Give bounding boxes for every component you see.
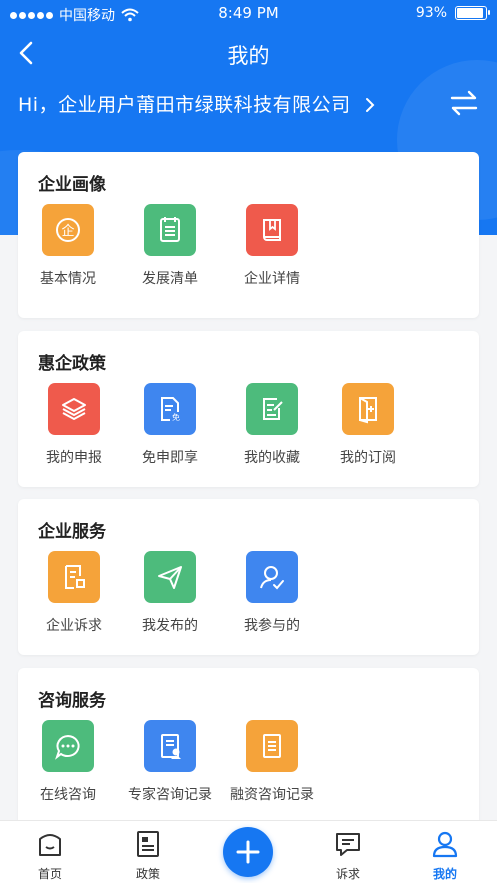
section-policy: 惠企政策 我的申报 免 免申即享 我的收藏 我的订阅 xyxy=(18,331,479,487)
finance-record-icon xyxy=(246,720,298,772)
page-title: 我的 xyxy=(227,44,270,68)
item-label: 企业详情 xyxy=(244,271,300,287)
section-title: 企业画像 xyxy=(38,175,106,195)
company-row: Hi，企业用户莆田市绿联科技有限公司 xyxy=(18,88,479,122)
battery-percent: 93% xyxy=(415,5,447,21)
item-label: 基本情况 xyxy=(40,271,96,287)
book-icon xyxy=(246,204,298,256)
tab-appeal[interactable]: 诉求 xyxy=(318,829,378,882)
enterprise-detail-button[interactable]: 企业详情 xyxy=(222,204,322,288)
tab-label: 首页 xyxy=(37,867,62,881)
development-list-button[interactable]: 发展清单 xyxy=(120,204,220,288)
chat-bubble-icon xyxy=(42,720,94,772)
layers-icon xyxy=(48,383,100,435)
section-consulting: 咨询服务 在线咨询 专家咨询记录 融资咨询记录 xyxy=(18,668,479,828)
svg-text:免: 免 xyxy=(172,412,180,422)
item-label: 我参与的 xyxy=(244,618,300,634)
enterprise-appeal-button[interactable]: 企业诉求 xyxy=(24,551,124,635)
section-enterprise-profile: 企业画像 企 基本情况 发展清单 企业详情 xyxy=(18,152,479,318)
finance-consult-record-button[interactable]: 融资咨询记录 xyxy=(222,720,322,804)
tab-policy[interactable]: 政策 xyxy=(118,829,178,882)
section-title: 咨询服务 xyxy=(38,691,106,711)
my-published-button[interactable]: 我发布的 xyxy=(120,551,220,635)
document-exempt-icon: 免 xyxy=(144,383,196,435)
section-title: 企业服务 xyxy=(38,522,106,542)
user-check-icon xyxy=(246,551,298,603)
status-bar: 中国移动 8:49 PM 93% xyxy=(0,0,497,28)
expert-record-icon xyxy=(144,720,196,772)
exempt-application-button[interactable]: 免 免申即享 xyxy=(120,383,220,467)
battery-icon xyxy=(455,6,490,20)
appeal-message-icon xyxy=(336,833,360,856)
edit-document-icon xyxy=(246,383,298,435)
my-subscription-button[interactable]: 我的订阅 xyxy=(318,383,418,467)
my-application-button[interactable]: 我的申报 xyxy=(24,383,124,467)
tab-home[interactable]: 首页 xyxy=(20,829,80,882)
section-title: 惠企政策 xyxy=(38,354,106,374)
basic-info-button[interactable]: 企 基本情况 xyxy=(18,204,118,288)
tab-mine[interactable]: 我的 xyxy=(415,829,475,882)
tab-label: 我的 xyxy=(432,867,457,881)
add-button[interactable] xyxy=(223,827,273,877)
company-greeting-link[interactable]: Hi，企业用户莆田市绿联科技有限公司 xyxy=(18,90,351,117)
item-label: 发展清单 xyxy=(142,271,198,287)
back-arrow-icon[interactable] xyxy=(14,38,38,68)
online-consult-button[interactable]: 在线咨询 xyxy=(18,720,118,804)
home-icon xyxy=(39,834,61,856)
my-favorites-button[interactable]: 我的收藏 xyxy=(222,383,322,467)
section-enterprise-service: 企业服务 企业诉求 我发布的 我参与的 xyxy=(18,499,479,655)
nav-bar: 我的 xyxy=(0,34,497,74)
policy-document-icon xyxy=(137,831,159,857)
tab-label: 政策 xyxy=(135,867,160,881)
user-icon xyxy=(432,831,458,858)
appeal-document-icon xyxy=(48,551,100,603)
item-label: 免申即享 xyxy=(142,450,198,466)
item-label: 专家咨询记录 xyxy=(128,787,212,803)
enterprise-badge-icon: 企 xyxy=(42,204,94,256)
checklist-icon xyxy=(144,204,196,256)
item-label: 企业诉求 xyxy=(46,618,102,634)
paper-plane-icon xyxy=(144,551,196,603)
item-label: 我发布的 xyxy=(142,618,198,634)
my-participated-button[interactable]: 我参与的 xyxy=(222,551,322,635)
svg-text:企: 企 xyxy=(61,223,74,239)
chevron-right-icon[interactable] xyxy=(363,94,377,116)
item-label: 在线咨询 xyxy=(40,787,96,803)
battery-info: 93% xyxy=(415,5,490,21)
item-label: 我的收藏 xyxy=(244,450,300,466)
item-label: 我的申报 xyxy=(46,450,102,466)
tab-label: 诉求 xyxy=(335,867,360,881)
expert-consult-record-button[interactable]: 专家咨询记录 xyxy=(120,720,220,804)
switch-account-icon[interactable] xyxy=(449,88,479,118)
plus-icon xyxy=(236,840,260,864)
subscribe-book-icon xyxy=(342,383,394,435)
item-label: 我的订阅 xyxy=(340,450,396,466)
item-label: 融资咨询记录 xyxy=(230,787,314,803)
